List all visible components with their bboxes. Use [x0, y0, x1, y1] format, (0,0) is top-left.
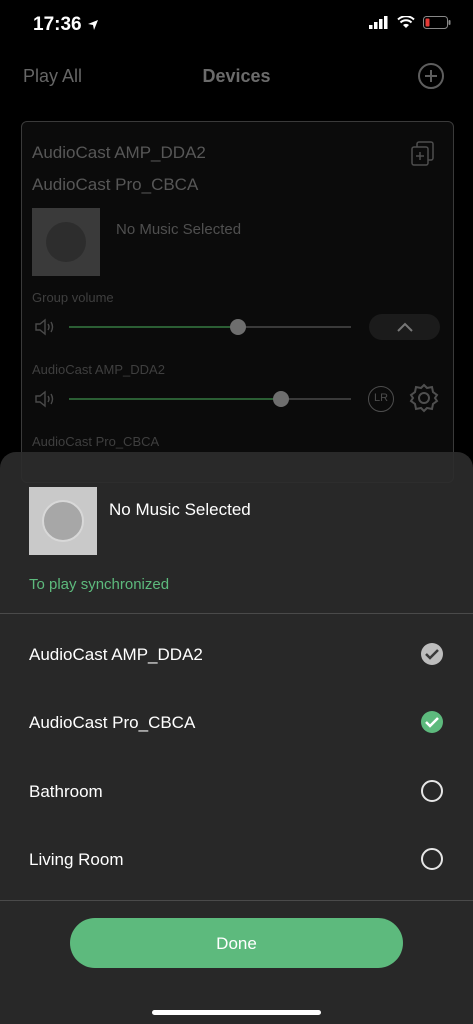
group-volume-label: Group volume [32, 290, 114, 305]
speaker-icon [35, 318, 54, 336]
slider-knob[interactable] [230, 319, 246, 335]
sync-label: To play synchronized [29, 576, 170, 593]
collapse-button[interactable] [369, 314, 440, 340]
status-time: 17:36 [33, 14, 99, 36]
wifi-icon [397, 16, 415, 28]
speaker-icon [35, 390, 54, 408]
device-row-pro[interactable]: AudioCast Pro_CBCA [29, 713, 195, 733]
chevron-up-icon [397, 322, 413, 332]
unchecked-circle-icon[interactable] [421, 848, 443, 870]
divider [0, 900, 473, 901]
pro-volume-label: AudioCast Pro_CBCA [32, 434, 160, 449]
location-arrow-icon [87, 19, 98, 30]
add-device-icon[interactable] [418, 63, 444, 89]
done-button[interactable]: Done [70, 918, 403, 968]
slider-knob[interactable] [273, 391, 289, 407]
sheet-now-playing: No Music Selected [109, 500, 251, 519]
card-now-playing: No Music Selected [116, 221, 242, 238]
gear-icon[interactable] [408, 382, 440, 414]
checkmark-icon[interactable] [421, 643, 443, 665]
ungroup-icon[interactable] [411, 141, 435, 167]
lr-channel-button[interactable]: LR [368, 386, 394, 412]
page-title: Devices [202, 66, 271, 86]
checkmark-icon[interactable] [421, 711, 443, 733]
device-row-amp[interactable]: AudioCast AMP_DDA2 [29, 645, 203, 665]
group-volume-slider[interactable] [69, 319, 351, 335]
sheet-album-art [29, 487, 97, 555]
battery-low-icon [423, 16, 451, 29]
album-art [32, 208, 100, 276]
device-row-living-room[interactable]: Living Room [29, 850, 124, 870]
status-icons [369, 16, 451, 29]
divider [0, 613, 473, 614]
unchecked-circle-icon[interactable] [421, 780, 443, 802]
cellular-signal-icon [369, 16, 388, 29]
group-device-name-2: AudioCast Pro_CBCA [32, 175, 199, 194]
device-row-bathroom[interactable]: Bathroom [29, 782, 103, 802]
amp-volume-label: AudioCast AMP_DDA2 [32, 362, 165, 377]
amp-volume-slider[interactable] [69, 391, 351, 407]
group-device-name-1: AudioCast AMP_DDA2 [32, 143, 206, 162]
home-indicator[interactable] [152, 1010, 321, 1015]
